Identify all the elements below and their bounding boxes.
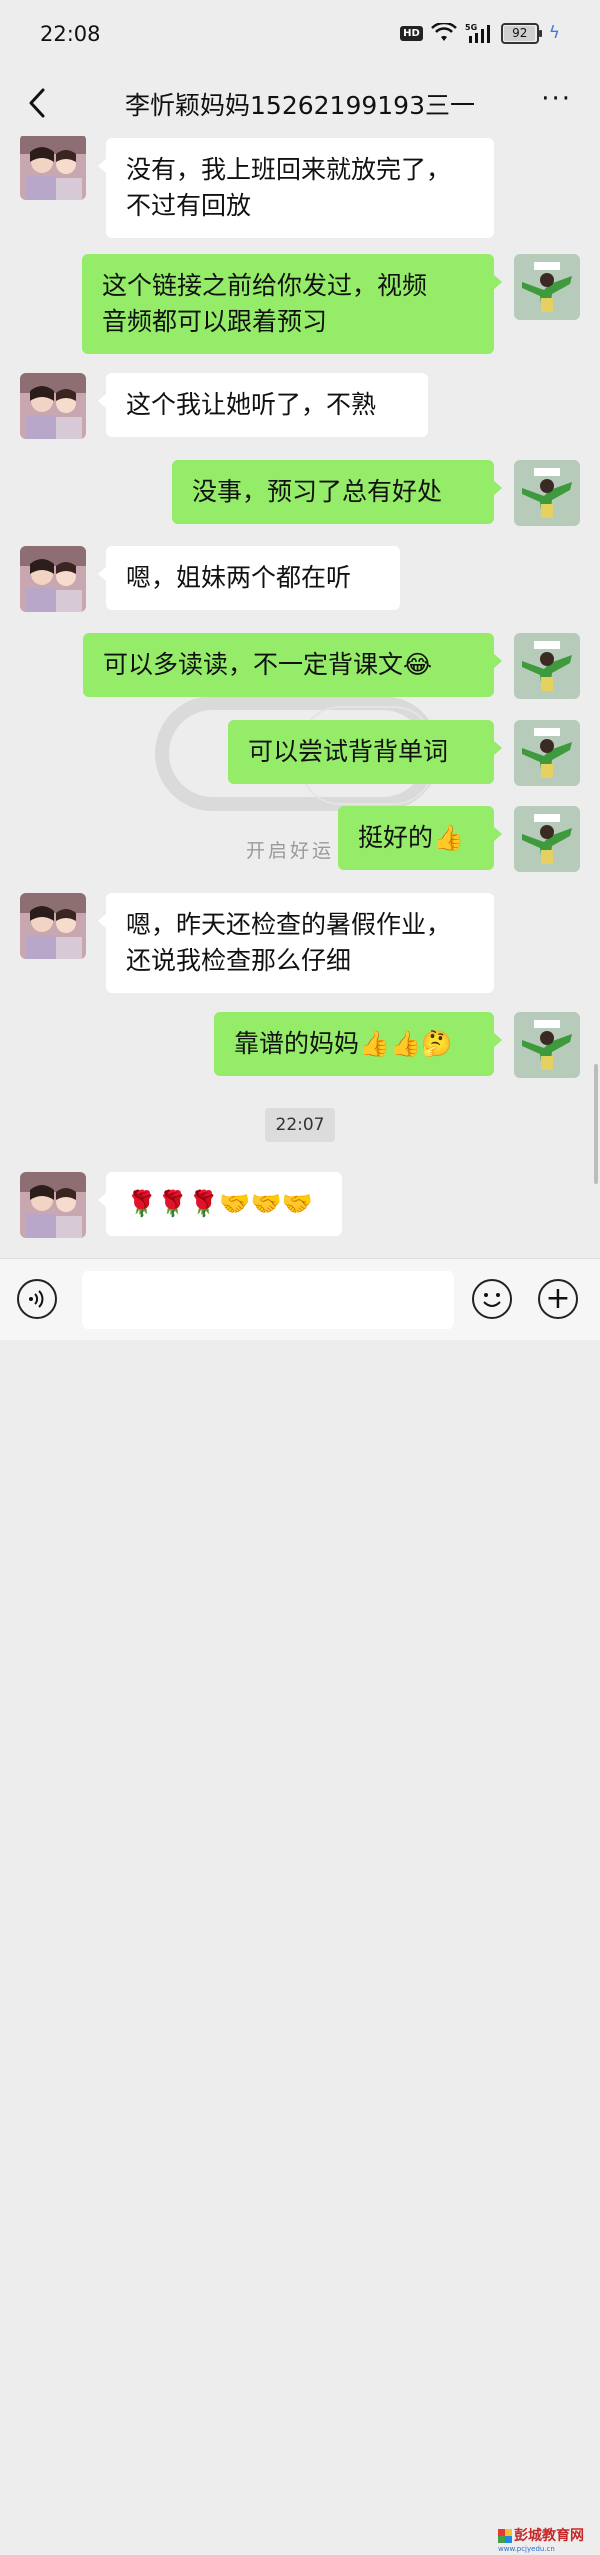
status-icons: HD 5G 92 ϟ xyxy=(400,22,560,44)
emoji-button[interactable] xyxy=(472,1279,512,1319)
message-line: 没有，我上班回来就放完了， xyxy=(126,155,452,184)
background-prompt: 开启好运 xyxy=(246,840,335,862)
message-bubble-incoming[interactable]: 🌹🌹🌹🤝🤝🤝 xyxy=(98,1172,342,1236)
message-line: 不过有回放 xyxy=(126,191,252,220)
message-bubble-outgoing[interactable]: 靠谱的妈妈👍👍🤔 xyxy=(214,1012,502,1076)
contact-avatar[interactable] xyxy=(20,546,86,612)
more-options-button[interactable]: ··· xyxy=(541,84,572,114)
message-timestamp: 22:07 xyxy=(265,1108,335,1142)
message-line: 可以多读读，不一定背课文😂 xyxy=(103,650,433,679)
message-bubble-outgoing[interactable]: 这个链接之前给你发过，视频 音频都可以跟着预习 xyxy=(82,254,502,354)
contact-avatar[interactable] xyxy=(20,1172,86,1238)
more-actions-button[interactable]: + xyxy=(538,1279,578,1319)
message-line: 嗯，姐妹两个都在听 xyxy=(126,563,352,592)
network-type: 5G xyxy=(465,23,477,32)
self-avatar[interactable] xyxy=(514,806,580,872)
back-button[interactable] xyxy=(20,86,54,120)
message-bubble-incoming[interactable]: 嗯，昨天还检查的暑假作业， 还说我检查那么仔细 xyxy=(98,893,494,993)
scrollbar[interactable] xyxy=(594,1064,598,1184)
hd-icon: HD xyxy=(400,25,423,41)
message-bubble-outgoing[interactable]: 挺好的👍 xyxy=(338,806,502,870)
message-bubble-outgoing[interactable]: 没事，预习了总有好处 xyxy=(172,460,502,524)
watermark-url: www.pcjyedu.cn xyxy=(498,2545,555,2553)
chevron-left-icon xyxy=(29,88,45,118)
status-bar: 22:08 HD 5G 92 ϟ xyxy=(0,0,600,70)
message-bubble-outgoing[interactable]: 可以尝试背背单词 xyxy=(228,720,502,784)
watermark: 彭城教育网 www.pcjyedu.cn xyxy=(498,2525,596,2555)
message-list[interactable]: 开启好运 没有，我上班回来就放完了， 不过有回放 这个链接之前给你发过，视频 音… xyxy=(0,136,600,1258)
status-time: 22:08 xyxy=(40,22,101,46)
self-avatar[interactable] xyxy=(514,633,580,699)
self-avatar[interactable] xyxy=(514,254,580,320)
charging-icon: ϟ xyxy=(548,23,560,43)
message-bubble-incoming[interactable]: 没有，我上班回来就放完了， 不过有回放 xyxy=(98,138,494,238)
message-line: 挺好的👍 xyxy=(358,823,465,852)
plus-icon: + xyxy=(545,1281,571,1316)
message-bubble-incoming[interactable]: 这个我让她听了，不熟 xyxy=(98,373,428,437)
smiley-icon xyxy=(483,1293,501,1307)
input-bar: + 彭城教育网 www.pcjyedu.cn xyxy=(0,1258,600,2553)
message-line: 没事，预习了总有好处 xyxy=(192,477,443,506)
wifi-icon xyxy=(430,23,457,41)
message-bubble-incoming[interactable]: 嗯，姐妹两个都在听 xyxy=(98,546,400,610)
message-line: 🌹🌹🌹🤝🤝🤝 xyxy=(126,1189,313,1218)
self-avatar[interactable] xyxy=(514,460,580,526)
chat-title: 李忻颖妈妈15262199193三一 xyxy=(125,91,475,120)
chat-header: 李忻颖妈妈15262199193三一 ··· xyxy=(0,70,600,136)
self-avatar[interactable] xyxy=(514,1012,580,1078)
message-line: 这个我让她听了，不熟 xyxy=(126,390,377,419)
message-line: 这个链接之前给你发过，视频 xyxy=(102,271,428,300)
signal-icon: 5G xyxy=(465,23,490,43)
message-line: 音频都可以跟着预习 xyxy=(102,307,328,336)
message-bubble-outgoing[interactable]: 可以多读读，不一定背课文😂 xyxy=(83,633,502,697)
contact-avatar[interactable] xyxy=(20,893,86,959)
watermark-logo xyxy=(498,2529,512,2543)
message-line: 还说我检查那么仔细 xyxy=(126,946,352,975)
battery-icon: 92 xyxy=(500,22,542,44)
message-line: 可以尝试背背单词 xyxy=(248,737,449,766)
message-line: 嗯，昨天还检查的暑假作业， xyxy=(126,910,452,939)
voice-icon xyxy=(29,1290,44,1308)
message-line: 靠谱的妈妈👍👍🤔 xyxy=(234,1029,453,1058)
message-input[interactable] xyxy=(82,1271,454,1329)
voice-button[interactable] xyxy=(17,1279,57,1319)
battery-level: 92 xyxy=(512,26,528,40)
contact-avatar[interactable] xyxy=(20,373,86,439)
watermark-name: 彭城教育网 xyxy=(514,2528,584,2544)
self-avatar[interactable] xyxy=(514,720,580,786)
contact-avatar[interactable] xyxy=(20,136,86,200)
